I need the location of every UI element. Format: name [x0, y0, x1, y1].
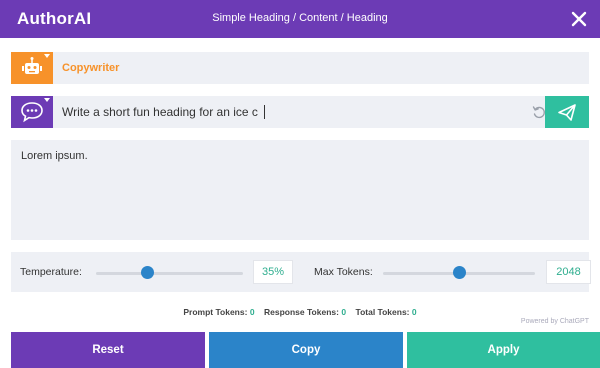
- temperature-value[interactable]: 35%: [253, 260, 293, 284]
- send-button[interactable]: [545, 96, 589, 128]
- breadcrumb: Simple Heading / Content / Heading: [212, 12, 388, 24]
- role-selector-button[interactable]: [11, 52, 53, 84]
- send-icon: [558, 104, 576, 121]
- copy-button[interactable]: Copy: [209, 332, 403, 368]
- apply-button[interactable]: Apply: [407, 332, 600, 368]
- text-cursor: [264, 105, 265, 119]
- prompt-row: [11, 96, 589, 128]
- prompt-type-button[interactable]: [11, 96, 53, 128]
- settings-bar: Temperature: 35% Max Tokens: 2048: [11, 252, 591, 292]
- max-tokens-value[interactable]: 2048: [546, 260, 591, 284]
- app-header: AuthorAI Simple Heading / Content / Head…: [0, 0, 600, 38]
- prompt-tokens-label: Prompt Tokens:: [183, 307, 248, 317]
- response-tokens-value: 0: [341, 307, 347, 317]
- prompt-input[interactable]: [53, 96, 523, 128]
- temperature-slider-track[interactable]: [96, 272, 243, 275]
- max-tokens-slider-thumb[interactable]: [452, 266, 466, 279]
- output-text[interactable]: Lorem ipsum.: [11, 140, 589, 240]
- temperature-slider-thumb[interactable]: [140, 266, 154, 279]
- role-row: Copywriter: [11, 52, 589, 84]
- powered-by-text: Powered by ChatGPT: [520, 318, 589, 325]
- max-tokens-label: Max Tokens:: [314, 266, 373, 278]
- token-stats: Prompt Tokens: 0 Response Tokens: 0 Tota…: [0, 307, 600, 317]
- role-label: Copywriter: [62, 62, 120, 74]
- temperature-label: Temperature:: [20, 266, 82, 278]
- close-icon[interactable]: [566, 6, 592, 32]
- chevron-down-icon: [44, 98, 50, 102]
- prompt-tokens-value: 0: [249, 307, 255, 317]
- reset-button[interactable]: Reset: [11, 332, 205, 368]
- total-tokens-label: Total Tokens:: [355, 307, 410, 317]
- total-tokens-value: 0: [411, 307, 417, 317]
- chevron-down-icon: [44, 54, 50, 58]
- response-tokens-label: Response Tokens:: [264, 307, 339, 317]
